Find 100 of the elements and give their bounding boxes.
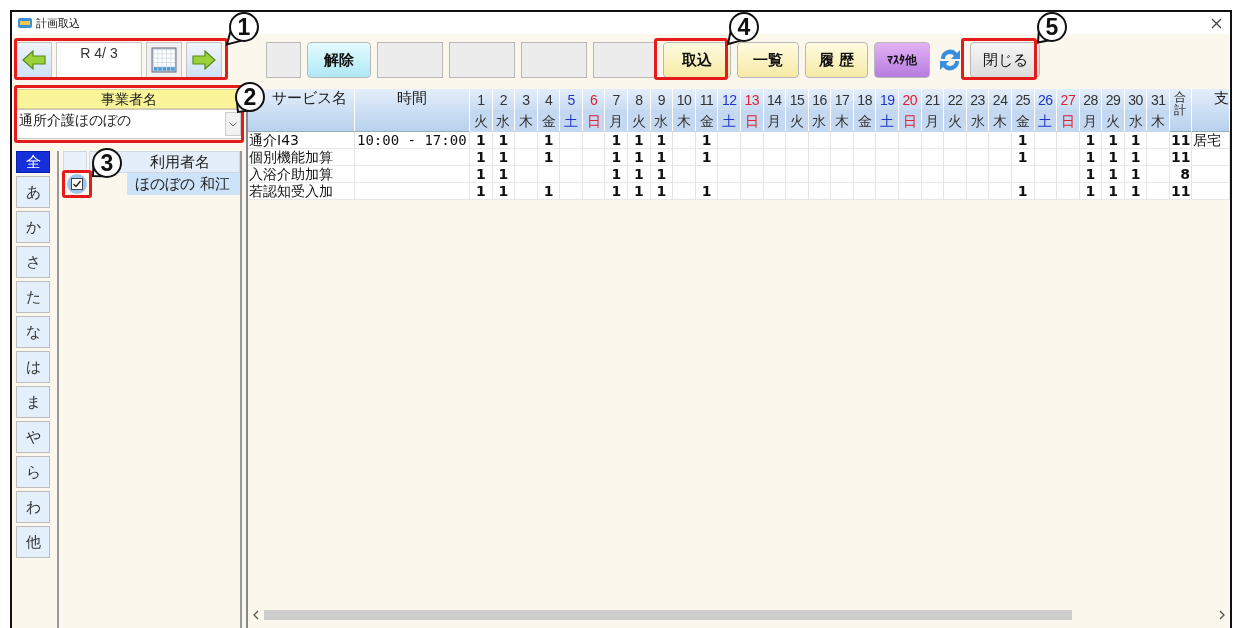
- empty-cell: [944, 149, 967, 166]
- table-cell: 11: [1170, 149, 1192, 166]
- weekday: 火: [1102, 110, 1124, 132]
- table-cell: 1: [470, 132, 493, 149]
- kana-filter-button[interactable]: 他: [16, 526, 50, 558]
- empty-cell: [786, 149, 809, 166]
- empty-cell: [921, 149, 945, 166]
- scrollbar-thumb[interactable]: [264, 610, 1072, 620]
- empty-cell: [560, 132, 583, 149]
- toolbar-button[interactable]: 履 歴: [805, 42, 868, 78]
- calendar-button[interactable]: [146, 42, 182, 78]
- kana-filter-button[interactable]: さ: [16, 246, 50, 278]
- kana-filter-button[interactable]: ま: [16, 386, 50, 418]
- next-month-button[interactable]: [186, 42, 222, 78]
- empty-cell: [876, 132, 900, 149]
- date-field[interactable]: R 4/ 3: [56, 42, 142, 78]
- day-number: 24: [989, 89, 1011, 110]
- empty-cell: [1057, 183, 1080, 200]
- table-cell: 1: [605, 149, 629, 166]
- empty-cell: [560, 183, 583, 200]
- weekday: 火: [786, 110, 808, 132]
- weekday: 土: [560, 110, 582, 132]
- empty-cell: [718, 166, 741, 183]
- window-title: 計画取込: [36, 15, 80, 31]
- day-number: 9: [650, 89, 673, 110]
- weekday: 水: [966, 110, 989, 132]
- previous-month-button[interactable]: [16, 42, 52, 78]
- table-cell: 1: [537, 149, 561, 166]
- day-number: 3: [515, 89, 537, 110]
- table-cell: 1: [470, 166, 493, 183]
- empty-cell: [537, 166, 561, 183]
- kana-filter-button[interactable]: な: [16, 316, 50, 348]
- weekday: 火: [628, 110, 650, 132]
- day-number: 15: [786, 89, 808, 110]
- provider-select[interactable]: 通所介護ほのぼの: [16, 109, 242, 139]
- left-arrow-icon: [22, 50, 46, 70]
- checkbox[interactable]: [67, 174, 87, 194]
- kana-filter-button[interactable]: わ: [16, 491, 50, 523]
- empty-cell: [515, 183, 538, 200]
- toolbar-button[interactable]: 取込: [663, 42, 731, 78]
- day-number: 5: [560, 89, 582, 110]
- table-cell: 居宅: [1192, 132, 1230, 149]
- empty-cell: [899, 132, 922, 149]
- weekday: 金: [853, 110, 876, 132]
- kana-filter-button[interactable]: か: [16, 211, 50, 243]
- table-cell: 1: [650, 132, 674, 149]
- kana-filter-button[interactable]: あ: [16, 176, 50, 208]
- day-number: 31: [1147, 89, 1169, 110]
- dropdown-button[interactable]: [225, 112, 241, 136]
- table-cell: 11: [1170, 132, 1192, 149]
- kana-filter-button[interactable]: た: [16, 281, 50, 313]
- empty-cell: [989, 166, 1012, 183]
- weekday: 水: [1124, 110, 1147, 132]
- empty-cell: [763, 132, 787, 149]
- empty-cell: [1034, 183, 1058, 200]
- table-cell: 1: [492, 166, 516, 183]
- table-cell: 1: [650, 183, 674, 200]
- table-cell: 8: [1170, 166, 1192, 183]
- user-name[interactable]: ほのぼの 和江: [127, 173, 240, 195]
- toolbar-button[interactable]: 解除: [307, 42, 371, 78]
- table-cell: 1: [1124, 149, 1148, 166]
- empty-cell: [1192, 149, 1230, 166]
- empty-cell: [515, 132, 538, 149]
- table-cell: 1: [470, 149, 493, 166]
- table-cell: 1: [1079, 132, 1103, 149]
- kana-filter-button[interactable]: 全: [16, 151, 50, 173]
- empty-cell: [966, 183, 990, 200]
- day-number: 22: [944, 89, 966, 110]
- table-cell: 1: [695, 183, 719, 200]
- kana-filter-button[interactable]: や: [16, 421, 50, 453]
- toolbar-button[interactable]: 一覧: [737, 42, 799, 78]
- empty-cell: [966, 132, 990, 149]
- empty-cell: [944, 166, 967, 183]
- weekday: 水: [650, 110, 673, 132]
- weekday: 土: [876, 110, 899, 132]
- empty-cell: [944, 183, 967, 200]
- right-arrow-icon: [192, 50, 216, 70]
- scroll-left-icon[interactable]: [252, 610, 260, 620]
- toolbar-button[interactable]: 閉じる: [970, 42, 1040, 78]
- empty-cell: [740, 149, 764, 166]
- empty-cell: [763, 149, 787, 166]
- empty-cell: [786, 132, 809, 149]
- table-cell: 1: [650, 166, 674, 183]
- empty-cell: [1147, 166, 1170, 183]
- empty-cell: [989, 183, 1012, 200]
- scroll-right-icon[interactable]: [1218, 610, 1226, 620]
- callout-number: 2: [235, 82, 265, 112]
- kana-filter-button[interactable]: ら: [16, 456, 50, 488]
- empty-cell: [695, 166, 719, 183]
- weekday: 金: [695, 110, 718, 132]
- empty-cell: [1011, 166, 1035, 183]
- empty-cell: [515, 149, 538, 166]
- kana-filter-button[interactable]: は: [16, 351, 50, 383]
- weekday: 日: [899, 110, 921, 132]
- empty-cell: [673, 166, 696, 183]
- blank-button[interactable]: [593, 42, 657, 78]
- day-number: 17: [831, 89, 853, 110]
- empty-cell: [718, 149, 741, 166]
- weekday: 火: [470, 110, 492, 132]
- toolbar-button[interactable]: ﾏｽﾀ他: [874, 42, 930, 78]
